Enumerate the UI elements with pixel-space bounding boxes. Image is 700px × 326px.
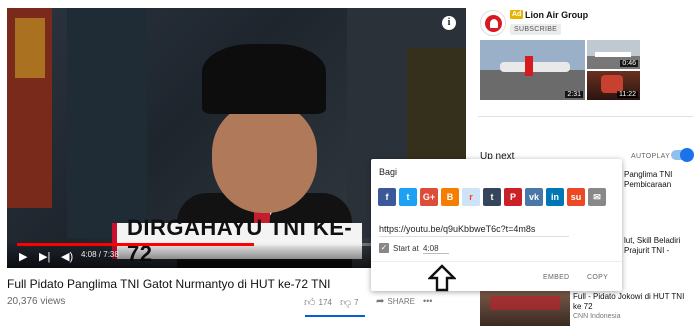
youtube-page: i DIRGAHAYU TNI KE-72 ▶ ▶| ◀) 4:08 / 7:3… (0, 0, 700, 326)
presenter-hat (202, 44, 326, 114)
channel-name[interactable]: Lion Air Group (525, 10, 588, 20)
thumbs-down-icon: 👎︎ (340, 297, 352, 309)
embed-button[interactable]: EMBED (543, 274, 569, 281)
share-dialog: Bagi f t G+ Br t Pvk in su ✉ https://youtu.be/q9… (371, 159, 622, 291)
start-at-input[interactable]: 4:08 (423, 244, 449, 254)
ad-thumbnail-3-duration: 11:22 (617, 91, 638, 98)
next-icon[interactable]: ▶| (39, 250, 50, 264)
up-next-title[interactable]: Panglima TNI Pembicaraan (624, 170, 672, 190)
share-button[interactable]: ➦ SHARE (376, 296, 415, 307)
play-icon[interactable]: ▶ (19, 250, 27, 264)
copy-button[interactable]: COPY (587, 274, 608, 281)
ad-badge: Ad (510, 10, 524, 19)
presenter-face (212, 103, 317, 213)
like-ratio-bar (305, 315, 365, 317)
share-url-field[interactable]: https://youtu.be/q9uKbbweT6c?t=4m8s (379, 224, 569, 237)
share-icons-row: f t G+ Br t Pvk in su ✉ (378, 188, 606, 206)
info-icon[interactable]: i (442, 16, 456, 30)
blogger-icon[interactable]: B (441, 188, 459, 206)
video-time: 4:08 / 7:38 (81, 250, 119, 259)
linkedin-icon[interactable]: in (546, 188, 564, 206)
ad-thumbnails: 2:31 0:46 11:22 (480, 40, 640, 100)
channel-logo[interactable] (480, 10, 506, 36)
related-title-1[interactable]: lut, Skill Beladiri Prajurit TNI - (624, 236, 680, 256)
autoplay-toggle[interactable] (671, 148, 694, 162)
email-icon[interactable]: ✉ (588, 188, 606, 206)
ad-thumbnail-2[interactable]: 0:46 (587, 40, 640, 69)
stumbleupon-icon[interactable]: su (567, 188, 585, 206)
progress-fill (17, 243, 255, 246)
autoplay-label: AUTOPLAY (631, 153, 671, 160)
facebook-icon[interactable]: f (378, 188, 396, 206)
share-dialog-title: Bagi (379, 167, 398, 177)
start-at-label: Start at (393, 244, 419, 253)
tumblr-icon[interactable]: t (483, 188, 501, 206)
up-arrow-icon (428, 264, 456, 292)
more-actions-button[interactable]: ••• (423, 296, 432, 306)
volume-icon[interactable]: ◀) (61, 250, 73, 264)
share-icon: ➦ (376, 296, 385, 307)
share-dialog-divider (371, 261, 622, 262)
subscribe-button[interactable]: SUBSCRIBE (510, 24, 562, 35)
vk-icon[interactable]: vk (525, 188, 543, 206)
ad-thumbnail-3[interactable]: 11:22 (587, 71, 640, 100)
reddit-icon[interactable]: r (462, 188, 480, 206)
like-count: 174 (318, 298, 332, 307)
thumbs-up-icon: 👍︎ (304, 297, 316, 309)
related-channel-2[interactable]: CNN Indonesia (573, 313, 620, 320)
google-plus-icon[interactable]: G+ (420, 188, 438, 206)
pinterest-icon[interactable]: P (504, 188, 522, 206)
related-title-2[interactable]: Full - Pidato Jokowi di HUT TNI ke 72 (573, 292, 684, 312)
twitter-icon[interactable]: t (399, 188, 417, 206)
ad-thumbnail-1[interactable]: 2:31 (480, 40, 585, 100)
view-count: 20,376 views (7, 296, 66, 307)
ad-thumbnail-2-duration: 0:46 (620, 60, 638, 67)
start-at-checkbox[interactable]: ✓ (379, 243, 389, 253)
like-button[interactable]: 👍︎ 174 (304, 296, 332, 309)
related-thumbnail-2[interactable] (480, 290, 570, 326)
ad-thumbnail-1-duration: 2:31 (565, 91, 583, 98)
video-title: Full Pidato Panglima TNI Gatot Nurmantyo… (7, 277, 331, 291)
dislike-count: 7 (354, 298, 359, 307)
sidebar-divider (478, 116, 693, 117)
dislike-button[interactable]: 👎︎ 7 (340, 296, 359, 309)
